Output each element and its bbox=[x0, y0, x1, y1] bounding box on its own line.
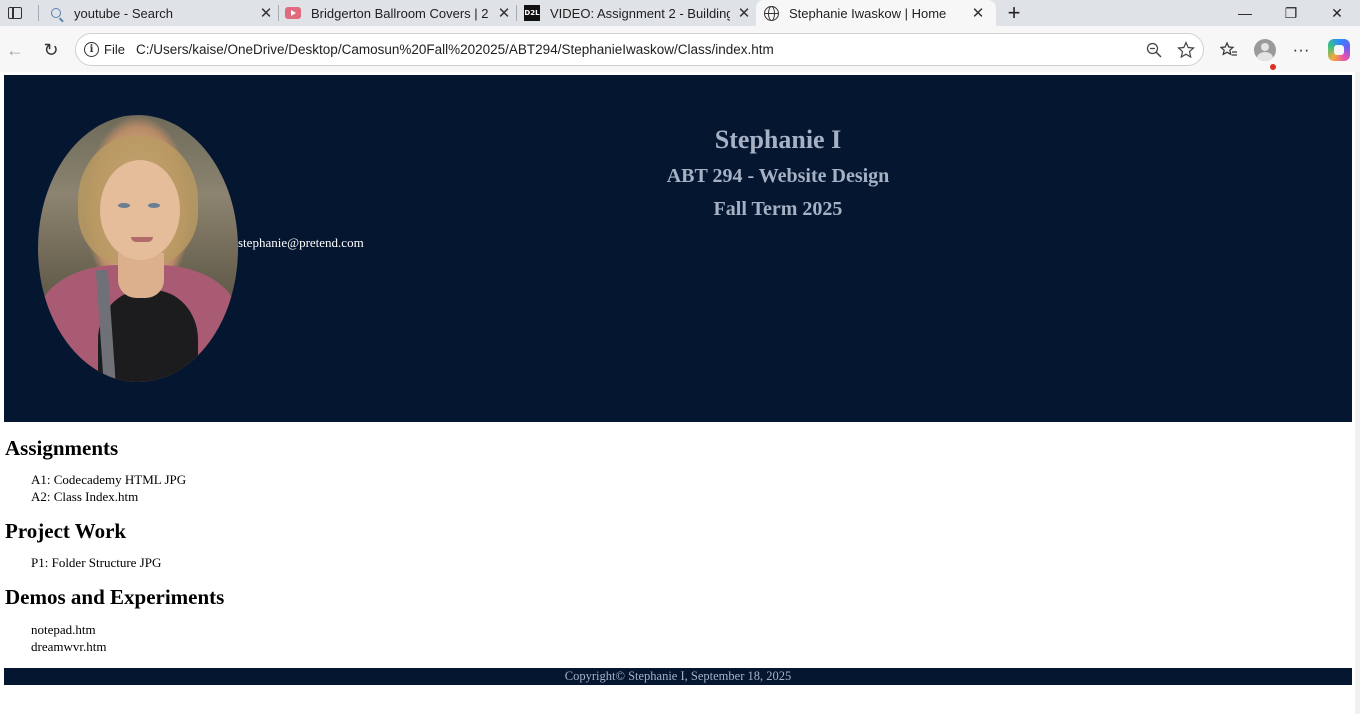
close-tab-icon[interactable]: ✕ bbox=[736, 5, 752, 22]
list-item[interactable]: dreamwvr.htm bbox=[31, 638, 106, 655]
tab-stephanie-home[interactable]: Stephanie Iwaskow | Home ✕ bbox=[756, 0, 996, 26]
tab-title: Stephanie Iwaskow | Home bbox=[789, 5, 947, 21]
tab-d2l-video[interactable]: D2L VIDEO: Assignment 2 - Building C ✕ bbox=[524, 0, 752, 26]
tab-title: VIDEO: Assignment 2 - Building C bbox=[550, 5, 730, 21]
site-title-course: ABT 294 - Website Design bbox=[666, 165, 890, 187]
scheme-label: File bbox=[104, 42, 125, 57]
restore-button[interactable]: ❐ bbox=[1268, 0, 1314, 26]
site-title-term: Fall Term 2025 bbox=[713, 198, 843, 220]
refresh-button[interactable]: ↻ bbox=[39, 38, 63, 62]
notification-dot bbox=[1270, 64, 1276, 70]
site-info-icon[interactable]: i bbox=[84, 42, 99, 57]
demos-list: notepad.htm dreamwvr.htm bbox=[31, 621, 106, 655]
tab-bridgerton[interactable]: Bridgerton Ballroom Covers | 2 Ho ✕ bbox=[285, 0, 512, 26]
close-tab-icon[interactable]: ✕ bbox=[258, 5, 274, 22]
zoom-icon[interactable] bbox=[1144, 40, 1164, 60]
close-icon: ✕ bbox=[1331, 4, 1343, 21]
project-work-heading: Project Work bbox=[5, 519, 127, 543]
more-button[interactable]: ··· bbox=[1289, 38, 1313, 62]
close-tab-icon[interactable]: ✕ bbox=[970, 5, 986, 22]
close-window-button[interactable]: ✕ bbox=[1314, 0, 1360, 26]
profile-photo bbox=[38, 115, 238, 382]
minimize-icon: — bbox=[1238, 5, 1252, 21]
tab-actions-icon bbox=[8, 7, 22, 19]
list-item[interactable]: A2: Class Index.htm bbox=[31, 488, 186, 505]
page-viewport: stephanie@pretend.com Stephanie I ABT 29… bbox=[0, 72, 1360, 714]
minimize-button[interactable]: — bbox=[1222, 0, 1268, 26]
close-tab-icon[interactable]: ✕ bbox=[496, 5, 512, 22]
profile-icon bbox=[1254, 39, 1276, 61]
tab-divider bbox=[516, 5, 517, 21]
more-icon: ··· bbox=[1292, 40, 1310, 59]
tab-strip: youtube - Search ✕ Bridgerton Ballroom C… bbox=[0, 0, 1360, 26]
list-item[interactable]: P1: Folder Structure JPG bbox=[31, 554, 161, 571]
tab-title: Bridgerton Ballroom Covers | 2 Ho bbox=[311, 5, 490, 21]
back-button[interactable]: ← bbox=[3, 38, 27, 62]
search-icon bbox=[48, 5, 64, 21]
globe-icon bbox=[763, 5, 779, 21]
assignments-heading: Assignments bbox=[5, 436, 119, 460]
copilot-button[interactable] bbox=[1327, 38, 1351, 62]
back-icon: ← bbox=[6, 39, 24, 60]
refresh-icon: ↻ bbox=[43, 39, 59, 60]
plus-icon: + bbox=[1007, 0, 1021, 25]
tab-title: youtube - Search bbox=[74, 5, 174, 21]
profile-button[interactable] bbox=[1253, 38, 1277, 62]
list-item[interactable]: A1: Codecademy HTML JPG bbox=[31, 471, 186, 488]
assignments-list: A1: Codecademy HTML JPG A2: Class Index.… bbox=[31, 471, 186, 505]
favorite-star-icon[interactable] bbox=[1176, 40, 1196, 60]
address-bar[interactable]: i File C:/Users/kaise/OneDrive/Desktop/C… bbox=[75, 33, 1204, 66]
demos-heading: Demos and Experiments bbox=[5, 585, 225, 609]
favorites-icon[interactable] bbox=[1217, 38, 1241, 62]
copilot-icon bbox=[1328, 39, 1350, 61]
site-title-name: Stephanie I bbox=[714, 125, 842, 154]
scrollbar[interactable] bbox=[1355, 72, 1360, 714]
project-work-list: P1: Folder Structure JPG bbox=[31, 554, 161, 571]
restore-icon: ❐ bbox=[1284, 4, 1298, 21]
tab-actions-button[interactable] bbox=[0, 0, 30, 26]
new-tab-button[interactable]: + bbox=[1003, 0, 1025, 26]
page-header: stephanie@pretend.com Stephanie I ABT 29… bbox=[4, 75, 1352, 422]
browser-toolbar: ← ↻ i File C:/Users/kaise/OneDrive/Deskt… bbox=[0, 26, 1360, 72]
youtube-icon bbox=[285, 5, 301, 21]
page-footer: Copyright© Stephanie I, September 18, 20… bbox=[4, 668, 1352, 685]
tab-youtube-search[interactable]: youtube - Search ✕ bbox=[48, 0, 274, 26]
url-text[interactable]: C:/Users/kaise/OneDrive/Desktop/Camosun%… bbox=[136, 42, 774, 57]
tab-divider bbox=[278, 5, 279, 21]
email-text: stephanie@pretend.com bbox=[238, 235, 364, 250]
tab-divider bbox=[38, 5, 39, 21]
d2l-icon: D2L bbox=[524, 5, 540, 21]
list-item[interactable]: notepad.htm bbox=[31, 621, 106, 638]
